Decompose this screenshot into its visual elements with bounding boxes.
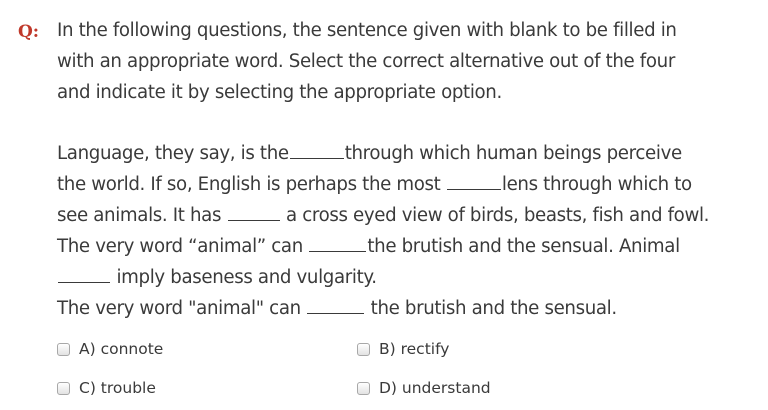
option-a[interactable]: A) connote [57, 340, 163, 358]
passage-line-3: see animals. It has a cross eyed view of… [57, 205, 709, 226]
option-label: B) rectify [379, 340, 450, 358]
option-label: C) trouble [79, 379, 156, 397]
passage-line-2: the world. If so, English is perhaps the… [57, 174, 692, 195]
passage-line-1: Language, they say, is the through which … [57, 143, 682, 164]
blank-line [446, 188, 501, 190]
passage-text: Language, they say, is the [57, 143, 289, 164]
passage-text: the brutish and the sensual. [370, 298, 618, 319]
passage-text: see animals. It has [57, 205, 222, 226]
instruction-line-2: with an appropriate word. Select the cor… [57, 51, 675, 72]
checkbox-icon[interactable] [357, 342, 370, 356]
checkbox-icon[interactable] [57, 381, 70, 395]
passage-text: The very word “animal” can [57, 236, 303, 257]
question-label: Q: [18, 22, 40, 42]
passage-text: through which human beings perceive [344, 143, 682, 164]
option-label: A) connote [79, 340, 164, 358]
passage-line-4: The very word “animal” can the brutish a… [57, 236, 680, 257]
option-c[interactable]: C) trouble [57, 379, 156, 397]
passage-line-6: The very word "animal" can the brutish a… [57, 298, 617, 319]
instruction-line-3: and indicate it by selecting the appropr… [57, 82, 502, 103]
passage-text: imply baseness and vulgarity. [116, 267, 377, 288]
passage-text: a cross eyed view of birds, beasts, fish… [285, 205, 710, 226]
blank-line [227, 219, 280, 221]
passage-text: the world. If so, English is perhaps the… [57, 174, 441, 195]
blank-line [307, 312, 365, 314]
checkbox-icon[interactable] [57, 342, 70, 356]
instruction-line-1: In the following questions, the sentence… [57, 20, 677, 41]
option-b[interactable]: B) rectify [357, 340, 449, 358]
blank-line [309, 250, 367, 252]
blank-line [289, 157, 344, 159]
option-label: D) understand [379, 379, 491, 397]
blank-line [58, 281, 110, 283]
checkbox-icon[interactable] [357, 381, 370, 395]
option-d[interactable]: D) understand [357, 379, 491, 397]
passage-text: lens through which to [501, 174, 692, 195]
passage-text: The very word "animal" can [57, 298, 301, 319]
passage-text: the brutish and the sensual. Animal [367, 236, 680, 257]
passage-line-5: imply baseness and vulgarity. [57, 267, 377, 288]
